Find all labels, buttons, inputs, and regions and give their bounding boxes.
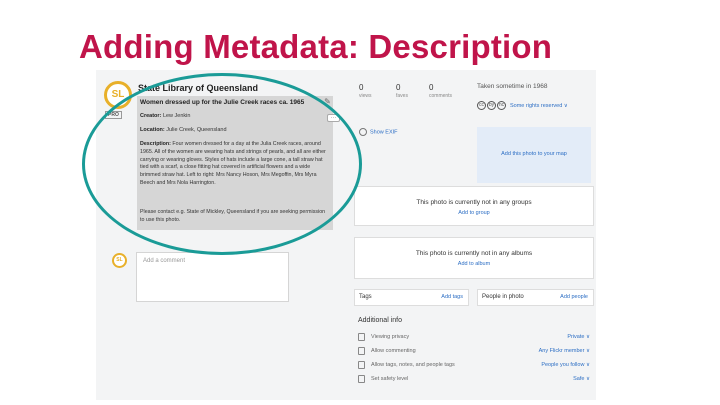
tagging-row: Allow tags, notes, and people tags Peopl…: [358, 361, 590, 371]
highlight-ellipse: [82, 73, 362, 255]
groups-panel: This photo is currently not in any group…: [354, 186, 594, 226]
add-to-group-link[interactable]: Add to group: [355, 210, 593, 216]
privacy-dropdown[interactable]: Private ∨: [567, 334, 590, 340]
tag-icon: [358, 361, 365, 369]
comment-input[interactable]: Add a comment: [136, 252, 289, 302]
add-tags-link[interactable]: Add tags: [441, 294, 463, 300]
info-icon: [359, 128, 367, 136]
rights-dropdown[interactable]: Some rights reserved ∨: [510, 103, 568, 109]
map-panel[interactable]: Add this photo to your map: [477, 127, 591, 183]
commenter-avatar: SL: [112, 253, 127, 268]
tags-label: Tags: [359, 294, 372, 300]
commenting-dropdown[interactable]: Any Flickr member ∨: [539, 348, 590, 354]
show-exif-link[interactable]: Show EXIF: [359, 128, 398, 136]
slide-title: Adding Metadata: Description: [79, 28, 553, 65]
faves-stat: 0 faves: [396, 83, 408, 99]
people-box: People in photo Add people: [477, 289, 594, 306]
additional-info-heading: Additional info: [358, 317, 402, 324]
viewing-privacy-row: Viewing privacy Private ∨: [358, 333, 590, 343]
tagging-dropdown[interactable]: People you follow ∨: [541, 362, 590, 368]
comments-stat: 0 comments: [429, 83, 453, 99]
groups-text: This photo is currently not in any group…: [416, 199, 532, 206]
cc-icon: cc: [477, 101, 486, 111]
add-people-link[interactable]: Add people: [560, 294, 588, 300]
add-to-album-link[interactable]: Add to album: [355, 261, 593, 267]
lock-icon: [358, 333, 365, 341]
date-taken[interactable]: Taken sometime in 1968: [477, 83, 547, 90]
safety-level-row: Set safety level Safe ∨: [358, 375, 590, 385]
albums-text: This photo is currently not in any album…: [415, 250, 533, 257]
shield-icon: [358, 375, 365, 383]
noncommercial-icon: nc: [497, 101, 506, 111]
people-label: People in photo: [482, 294, 524, 300]
albums-panel: This photo is currently not in any album…: [354, 237, 594, 279]
attribution-icon: by: [487, 101, 496, 111]
commenting-row: Allow commenting Any Flickr member ∨: [358, 347, 590, 357]
add-to-map-link[interactable]: Add this photo to your map: [477, 151, 591, 157]
license-row[interactable]: cc by nc Some rights reserved ∨: [477, 97, 568, 115]
views-stat: 0 views: [359, 83, 372, 99]
tags-box: Tags Add tags: [354, 289, 469, 306]
comment-icon: [358, 347, 365, 355]
safety-dropdown[interactable]: Safe ∨: [573, 376, 590, 382]
